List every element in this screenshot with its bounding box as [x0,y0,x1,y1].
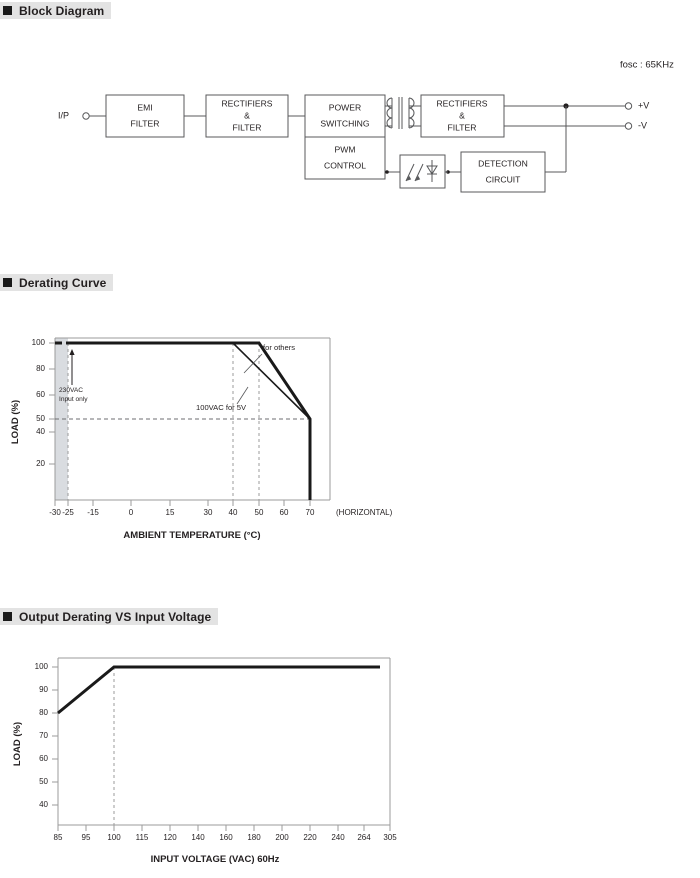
block-pwm-line2: CONTROL [324,160,366,170]
input-label: I/P [58,110,69,120]
input-terminal [82,112,90,120]
x-tick-label: 95 [82,833,91,842]
x-axis-ticks: -30 -25 -15 0 15 30 40 50 60 70 [49,500,315,517]
section-bullet-icon [3,6,12,15]
leader-100vac-for-5v [236,386,249,405]
x-tick-label: 220 [303,833,317,842]
y-tick-label: 50 [39,777,48,786]
block-emi-line2: FILTER [131,118,160,128]
x-tick-label: 30 [204,508,213,517]
x-tick-label: 0 [129,508,134,517]
y-axis-ticks: 100 80 60 50 40 20 [32,338,55,468]
y-tick-label: 20 [36,459,45,468]
output-label-positive: +V [638,100,649,110]
block-detection-line2: CIRCUIT [486,174,522,184]
y-tick-label: 60 [36,390,45,399]
opto-left-dot [385,170,389,174]
section-bullet-icon [3,278,12,287]
x-tick-label: 180 [247,833,261,842]
section-header-output-derating: Output Derating VS Input Voltage [0,608,219,625]
x-axis-title: INPUT VOLTAGE (VAC) 60Hz [151,854,280,865]
y-tick-label: 100 [32,338,46,347]
output-terminal-positive [624,102,633,110]
y-tick-label: 50 [36,414,45,423]
block-diagram-figure: fosc : 65KHz I/P EMI FILTER RECTIFIERS &… [0,40,700,220]
y-tick-label: 40 [36,427,45,436]
y-tick-label: 90 [39,685,48,694]
section-bullet-icon [3,612,12,621]
y-tick-label: 100 [35,662,49,671]
x-tick-label: 115 [136,833,149,842]
annotation-230vac-line2: Input only [59,396,88,403]
output-terminal-negative [624,122,633,130]
block-pwm-line1: PWM [334,144,355,154]
curve-for-others [68,341,312,500]
y-tick-label: 80 [39,708,48,717]
x-axis-title: AMBIENT TEMPERATURE (°C) [123,530,260,541]
x-axis-ticks: 85 95 100 115 120 140 160 180 200 220 24… [54,825,397,842]
block-detection-line1: DETECTION [478,158,528,168]
x-tick-label: -25 [62,508,74,517]
output-derating-chart: 100 90 80 70 60 50 40 85 95 100 115 120 [0,640,430,870]
x-tick-label: 140 [191,833,205,842]
transformer-icon [385,97,421,129]
section-title: Output Derating VS Input Voltage [19,609,212,624]
y-tick-label: 60 [39,754,48,763]
curve-output-load [57,665,380,715]
section-title: Derating Curve [19,275,107,290]
x-tick-label: 60 [280,508,289,517]
x-tick-label: 15 [166,508,175,517]
y-tick-label: 70 [39,731,48,740]
annotation-for-others: for others [263,343,295,352]
annotation-100vac-for-5v: 100VAC for 5V [196,403,247,412]
x-tick-label: 200 [275,833,289,842]
y-tick-label: 40 [39,800,48,809]
x-tick-label: 264 [357,833,371,842]
optocoupler-icon [392,154,448,189]
block-rect2-line3: FILTER [448,122,477,132]
x-tick-label: 85 [54,833,63,842]
block-power-line2: SWITCHING [320,118,369,128]
x-tick-label: 50 [255,508,264,517]
x-tick-label: 305 [383,833,397,842]
block-rect2-line1: RECTIFIERS [436,98,487,108]
block-power-line1: POWER [329,102,361,112]
y-axis-ticks: 100 90 80 70 60 50 40 [35,662,58,809]
block-emi-line1: EMI [137,102,152,112]
annotation-230vac-line1: 230VAC [59,387,83,394]
y-axis-title: LOAD (%) [12,722,23,766]
curve-100vac-for-5v [68,342,311,420]
x-tick-label: 120 [163,833,177,842]
derating-curve-chart: 100 80 60 50 40 20 -30 -25 -15 0 15 30 4… [0,310,430,545]
y-tick-label: 80 [36,364,45,373]
fosc-label: fosc : 65KHz [620,60,674,71]
section-header-derating-curve: Derating Curve [0,274,114,291]
block-rect1-line2: & [244,110,250,120]
annotation-orientation: (HORIZONTAL) [336,508,393,517]
section-header-block-diagram: Block Diagram [0,2,112,19]
section-title: Block Diagram [19,3,105,18]
block-rect1-line3: FILTER [233,122,262,132]
y-axis-title: LOAD (%) [10,400,21,444]
arrow-230vac-head [69,349,75,355]
block-rect1-line1: RECTIFIERS [221,98,272,108]
x-tick-label: -15 [87,508,99,517]
x-tick-label: 70 [306,508,315,517]
output-label-negative: -V [638,120,647,130]
x-tick-label: 40 [229,508,238,517]
x-tick-label: 160 [219,833,233,842]
block-rect2-line2: & [459,110,465,120]
x-tick-label: 100 [107,833,121,842]
x-tick-label: -30 [49,508,61,517]
x-tick-label: 240 [331,833,345,842]
